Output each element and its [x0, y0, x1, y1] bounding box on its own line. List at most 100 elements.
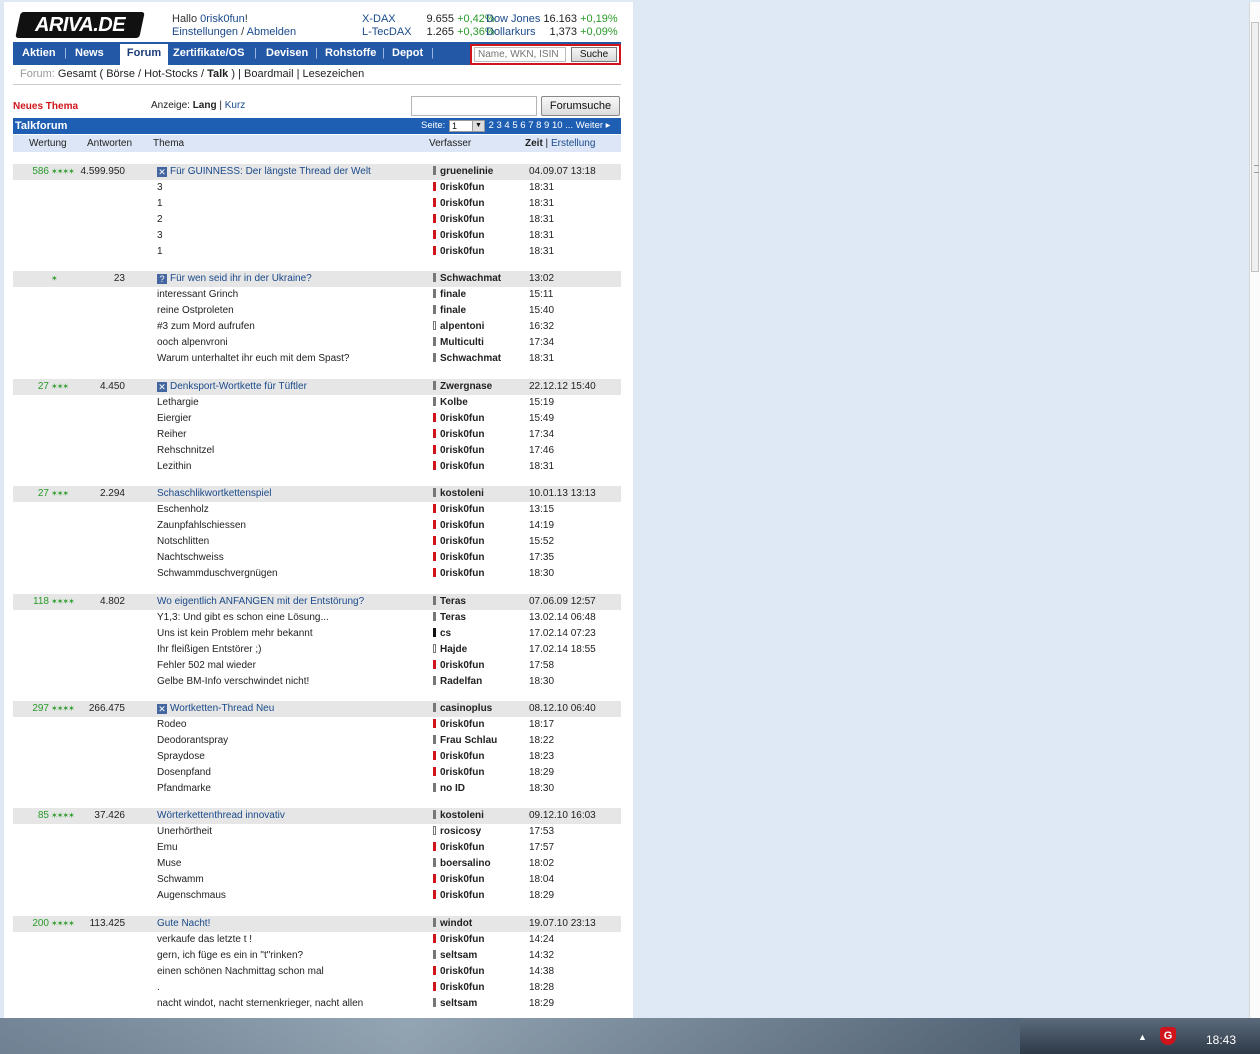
reply-text-link[interactable]: Lezithin — [157, 459, 191, 475]
reply-text-link[interactable]: Reiher — [157, 427, 186, 443]
quote-name[interactable]: X-DAX — [362, 13, 417, 26]
thread-title-link[interactable]: Wo eigentlich ANFANGEN mit der Entstörun… — [157, 594, 364, 610]
quote-search-button[interactable]: Suche — [571, 47, 617, 62]
bookmarks-link[interactable]: Lesezeichen — [303, 68, 365, 80]
quote-name[interactable]: L-TecDAX — [362, 26, 417, 39]
author-link[interactable]: 0risk0fun — [433, 212, 484, 228]
col-author[interactable]: Verfasser — [429, 138, 471, 149]
reply-row[interactable]: Muse boersalino 18:02 — [13, 856, 621, 872]
reply-row[interactable]: Spraydose 0risk0fun 18:23 — [13, 749, 621, 765]
logout-link[interactable]: Abmelden — [247, 26, 297, 38]
author-link[interactable]: 0risk0fun — [433, 872, 484, 888]
nav-news[interactable]: News — [75, 46, 104, 60]
author-link[interactable]: seltsam — [433, 996, 477, 1012]
nav-depot[interactable]: Depot — [392, 46, 423, 60]
author-link[interactable]: 0risk0fun — [433, 566, 484, 582]
reply-text-link[interactable]: #3 zum Mord aufrufen — [157, 319, 255, 335]
author-link[interactable]: 0risk0fun — [433, 244, 484, 260]
author-link[interactable]: cs — [433, 626, 451, 642]
reply-row[interactable]: Dosenpfand 0risk0fun 18:29 — [13, 765, 621, 781]
reply-text-link[interactable]: ooch alpenvroni — [157, 335, 228, 351]
reply-row[interactable]: verkaufe das letzte t ! 0risk0fun 14:24 — [13, 932, 621, 948]
author-link[interactable]: 0risk0fun — [433, 932, 484, 948]
reply-text-link[interactable]: Notschlitten — [157, 534, 209, 550]
reply-text-link[interactable]: Eschenholz — [157, 502, 209, 518]
thread-row[interactable]: 85 ✶✶✶✶ 37.426 Wörterkettenthread innovativ… — [13, 808, 621, 824]
thread-title-link[interactable]: ✕ Für GUINNESS: Der längste Thread der We… — [157, 164, 371, 180]
author-link[interactable]: finale — [433, 303, 466, 319]
display-short[interactable]: Kurz — [225, 100, 246, 111]
quote-search-input[interactable] — [474, 47, 566, 62]
col-time[interactable]: Zeit | Erstellung — [525, 138, 595, 149]
reply-text-link[interactable]: interessant Grinch — [157, 287, 238, 303]
page-links[interactable]: 2 3 4 5 6 7 8 9 10 ... — [489, 120, 574, 131]
author-link[interactable]: no ID — [433, 781, 465, 797]
reply-text-link[interactable]: nacht windot, nacht sternenkrieger, nach… — [157, 996, 363, 1012]
reply-text-link[interactable]: Gelbe BM-Info verschwindet nicht! — [157, 674, 309, 690]
breadcrumb-all[interactable]: Gesamt — [58, 68, 97, 80]
author-link[interactable]: Radelfan — [433, 674, 482, 690]
reply-row[interactable]: Pfandmarke no ID 18:30 — [13, 781, 621, 797]
reply-text-link[interactable]: Dosenpfand — [157, 765, 211, 781]
reply-row[interactable]: . 0risk0fun 18:28 — [13, 980, 621, 996]
author-link[interactable]: 0risk0fun — [433, 658, 484, 674]
reply-row[interactable]: Gelbe BM-Info verschwindet nicht! Radelfa… — [13, 674, 621, 690]
author-link[interactable]: 0risk0fun — [433, 550, 484, 566]
author-link[interactable]: 0risk0fun — [433, 427, 484, 443]
reply-text-link[interactable]: Muse — [157, 856, 181, 872]
reply-text-link[interactable]: Schwamm — [157, 872, 204, 888]
author-link[interactable]: kostoleni — [433, 808, 484, 824]
author-link[interactable]: Schwachmat — [433, 271, 501, 287]
author-link[interactable]: kostoleni — [433, 486, 484, 502]
reply-text-link[interactable]: Unerhörtheit — [157, 824, 212, 840]
reply-text-link[interactable]: Zaunpfahlschiessen — [157, 518, 246, 534]
reply-row[interactable]: Notschlitten 0risk0fun 15:52 — [13, 534, 621, 550]
reply-text-link[interactable]: 1 — [157, 244, 163, 260]
author-link[interactable]: Zwergnase — [433, 379, 492, 395]
thread-title-link[interactable]: ✕ Denksport-Wortkette für Tüftler — [157, 379, 307, 395]
reply-row[interactable]: Y1,3: Und gibt es schon eine Lösung... Te… — [13, 610, 621, 626]
author-link[interactable]: Multiculti — [433, 335, 484, 351]
reply-row[interactable]: 2 0risk0fun 18:31 — [13, 212, 621, 228]
reply-row[interactable]: Rehschnitzel 0risk0fun 17:46 — [13, 443, 621, 459]
author-link[interactable]: windot — [433, 916, 472, 932]
reply-row[interactable]: Nachtschweiss 0risk0fun 17:35 — [13, 550, 621, 566]
reply-row[interactable]: 1 0risk0fun 18:31 — [13, 244, 621, 260]
thread-row[interactable]: 118 ✶✶✶✶ 4.802 Wo eigentlich ANFANGEN mit d… — [13, 594, 621, 610]
author-link[interactable]: 0risk0fun — [433, 196, 484, 212]
nav-devisen[interactable]: Devisen — [266, 46, 308, 60]
reply-text-link[interactable]: reine Ostproleten — [157, 303, 234, 319]
author-link[interactable]: gruenelinie — [433, 164, 493, 180]
username-link[interactable]: 0risk0fun — [200, 13, 245, 25]
breadcrumb-boerse[interactable]: Börse — [106, 68, 135, 80]
reply-text-link[interactable]: Rehschnitzel — [157, 443, 214, 459]
author-link[interactable]: 0risk0fun — [433, 888, 484, 904]
author-link[interactable]: 0risk0fun — [433, 765, 484, 781]
reply-row[interactable]: Unerhörtheit rosicosy 17:53 — [13, 824, 621, 840]
author-link[interactable]: 0risk0fun — [433, 980, 484, 996]
author-link[interactable]: Frau Schlau — [433, 733, 497, 749]
author-link[interactable]: Kolbe — [433, 395, 468, 411]
nav-zertifikate[interactable]: Zertifikate/OS — [173, 46, 245, 60]
author-link[interactable]: rosicosy — [433, 824, 481, 840]
reply-row[interactable]: 3 0risk0fun 18:31 — [13, 180, 621, 196]
reply-row[interactable]: 1 0risk0fun 18:31 — [13, 196, 621, 212]
reply-text-link[interactable]: Y1,3: Und gibt es schon eine Lösung... — [157, 610, 329, 626]
nav-rohstoffe[interactable]: Rohstoffe — [325, 46, 376, 60]
forum-search-button[interactable]: Forumsuche — [541, 96, 620, 116]
tray-arrow-icon[interactable]: ▲ — [1138, 1032, 1147, 1042]
quote-name[interactable]: Dollarkurs — [486, 26, 541, 39]
antivirus-icon[interactable]: G — [1160, 1027, 1176, 1045]
reply-text-link[interactable]: Eiergier — [157, 411, 191, 427]
nav-forum[interactable]: Forum — [120, 44, 168, 65]
thread-title-link[interactable]: ✕ Wortketten-Thread Neu — [157, 701, 274, 717]
reply-text-link[interactable]: . — [157, 980, 160, 996]
reply-text-link[interactable]: Lethargie — [157, 395, 199, 411]
reply-text-link[interactable]: Fehler 502 mal wieder — [157, 658, 256, 674]
author-link[interactable]: 0risk0fun — [433, 459, 484, 475]
col-topic[interactable]: Thema — [153, 138, 184, 149]
author-link[interactable]: 0risk0fun — [433, 502, 484, 518]
reply-row[interactable]: reine Ostproleten finale 15:40 — [13, 303, 621, 319]
display-long[interactable]: Lang — [193, 100, 217, 111]
author-link[interactable]: 0risk0fun — [433, 749, 484, 765]
